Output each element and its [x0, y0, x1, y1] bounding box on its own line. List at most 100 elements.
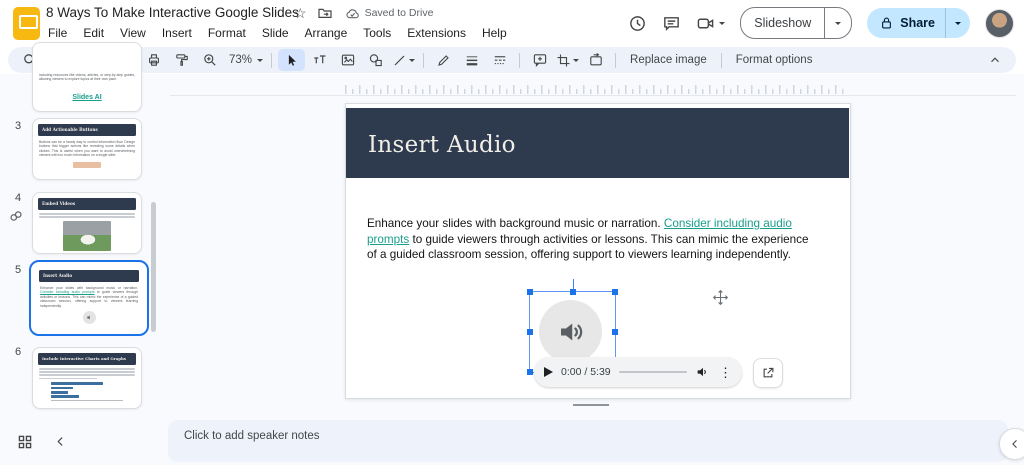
player-overflow-menu[interactable]: ⋮ [719, 366, 732, 379]
select-tool-button[interactable] [278, 49, 305, 71]
menu-arrange[interactable]: Arrange [297, 24, 356, 43]
menu-extensions[interactable]: Extensions [399, 24, 474, 43]
slideshow-label: Slideshow [741, 16, 824, 30]
paint-roller-icon [174, 52, 190, 68]
insert-shape-button[interactable] [362, 49, 389, 71]
top-bar: 8 Ways To Make Interactive Google Slides… [0, 0, 1024, 46]
shape-icon [368, 52, 384, 68]
collapse-filmstrip-button[interactable] [54, 435, 67, 448]
lock-icon [880, 16, 893, 30]
format-options-button[interactable]: Format options [728, 54, 821, 66]
slide-3-title: Add Actionable Buttons [38, 124, 136, 136]
save-status-label: Saved to Drive [365, 7, 434, 19]
replace-image-button-text[interactable]: Replace image [622, 54, 715, 66]
replace-image-icon [588, 52, 604, 68]
slideshow-dropdown[interactable] [825, 18, 851, 28]
open-in-new-button[interactable] [753, 358, 783, 388]
add-comment-icon [532, 52, 548, 68]
insert-line-button[interactable] [390, 49, 417, 71]
line-caret [409, 59, 415, 65]
slide-5-number: 5 [9, 264, 27, 276]
resize-handle-n[interactable] [570, 289, 576, 295]
menu-file[interactable]: File [40, 24, 75, 43]
paint-format-button[interactable] [168, 49, 195, 71]
resize-handle-ne[interactable] [612, 289, 618, 295]
audio-player[interactable]: 0:00 / 5:39 ⋮ [534, 357, 742, 387]
hide-menus-button[interactable] [981, 49, 1008, 71]
menu-insert[interactable]: Insert [154, 24, 200, 43]
menu-help[interactable]: Help [474, 24, 515, 43]
audio-object[interactable] [539, 300, 602, 363]
slide-title-band[interactable]: Insert Audio [346, 108, 849, 178]
document-title[interactable]: 8 Ways To Make Interactive Google Slides [46, 5, 299, 20]
play-button[interactable] [544, 367, 553, 377]
speaker-icon [556, 317, 586, 347]
print-button[interactable] [140, 49, 167, 71]
line-icon [392, 53, 407, 68]
meet-button[interactable] [696, 15, 725, 32]
slide-title-text[interactable]: Insert Audio [368, 132, 516, 158]
show-side-panel-button[interactable] [999, 428, 1024, 460]
menu-slide[interactable]: Slide [254, 24, 297, 43]
volume-icon[interactable] [695, 364, 711, 380]
google-slides-window: 8 Ways To Make Interactive Google Slides… [0, 0, 1024, 465]
share-button[interactable]: Share [867, 8, 970, 38]
menu-view[interactable]: View [112, 24, 154, 43]
crop-button[interactable] [554, 49, 581, 71]
add-comment-button[interactable] [526, 49, 553, 71]
slide-2-link: Slides AI [72, 94, 101, 101]
star-icon[interactable]: ☆ [294, 5, 307, 21]
insert-image-button[interactable] [334, 49, 361, 71]
filmstrip-scrollbar[interactable] [151, 202, 156, 332]
reset-image-button[interactable] [582, 49, 609, 71]
resize-handle-e[interactable] [612, 329, 618, 335]
slide-2-thumbnail[interactable]: including resources like videos, article… [32, 42, 142, 112]
comments-icon[interactable] [662, 14, 681, 33]
panel-chevron-left-icon [1009, 438, 1021, 450]
slideshow-button[interactable]: Slideshow [740, 7, 852, 39]
slides-logo-icon[interactable] [13, 7, 40, 40]
slide-3-thumbnail[interactable]: Add Actionable Buttons Buttons can be a … [32, 118, 142, 180]
print-icon [146, 52, 162, 68]
speaker-notes-area[interactable]: Click to add speaker notes [168, 420, 1008, 462]
save-status[interactable]: Saved to Drive [345, 7, 434, 20]
slide-body-text[interactable]: Enhance your slides with background musi… [367, 216, 819, 263]
text-box-button[interactable] [306, 49, 333, 71]
bottom-bar: Click to add speaker notes [0, 419, 1024, 465]
crop-icon [556, 53, 571, 68]
slide-6-thumbnail[interactable]: Include Interactive Charts and Graphs [32, 347, 142, 409]
account-avatar[interactable] [985, 9, 1014, 38]
slide-5-speaker-shape [83, 311, 96, 324]
meet-dropdown-caret [719, 22, 725, 28]
seek-bar[interactable] [619, 371, 687, 373]
menu-format[interactable]: Format [200, 24, 254, 43]
menu-tools[interactable]: Tools [355, 24, 399, 43]
move-folder-icon[interactable] [317, 5, 333, 21]
resize-handle-nw[interactable] [527, 289, 533, 295]
grid-view-button[interactable] [17, 434, 33, 450]
current-slide[interactable]: Insert Audio Enhance your slides with ba… [345, 103, 851, 399]
slide-5-thumbnail-selected[interactable]: Insert Audio Enhance your slides with ba… [29, 260, 149, 336]
border-dash-icon [492, 53, 508, 68]
slide-2-body: including resources like videos, article… [39, 73, 135, 82]
speaker-notes-placeholder: Click to add speaker notes [184, 430, 320, 442]
share-dropdown[interactable] [946, 18, 970, 28]
zoom-level-select[interactable]: 73% [224, 49, 265, 71]
version-history-icon[interactable] [628, 14, 647, 33]
move-cursor-icon [712, 289, 729, 306]
videocam-icon [696, 15, 715, 32]
slide-4-text-lines [39, 213, 135, 218]
border-weight-button[interactable] [458, 49, 485, 71]
resize-handle-sw[interactable] [527, 369, 533, 375]
zoom-button[interactable] [196, 49, 223, 71]
border-dash-button[interactable] [486, 49, 513, 71]
slide-6-text-lines [39, 368, 135, 379]
resize-handle-w[interactable] [527, 329, 533, 335]
notes-resize-handle[interactable] [573, 404, 609, 406]
slide-4-thumbnail[interactable]: Embed Videos [32, 192, 142, 254]
border-color-button[interactable] [430, 49, 457, 71]
share-label: Share [893, 16, 945, 30]
menu-edit[interactable]: Edit [75, 24, 112, 43]
slide-5-title: Insert Audio [39, 270, 139, 282]
pen-icon [436, 53, 451, 68]
